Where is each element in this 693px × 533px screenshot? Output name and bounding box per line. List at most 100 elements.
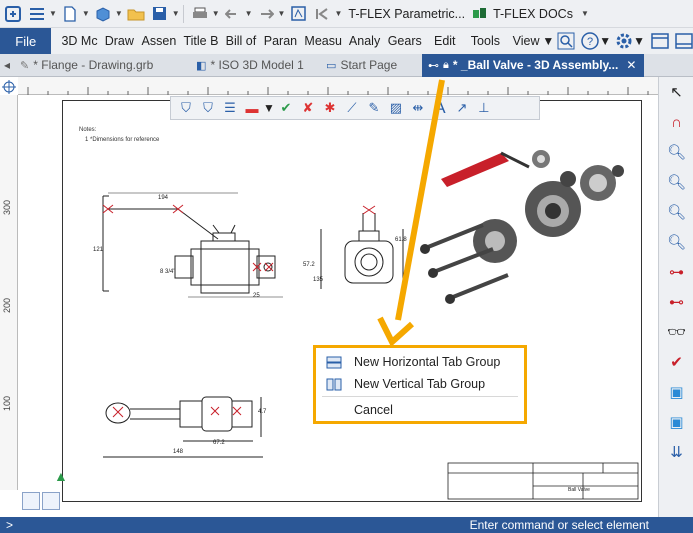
menu-item-3d-model[interactable]: 3D Mc	[51, 34, 99, 48]
filter-list-icon[interactable]: ☰	[219, 98, 241, 118]
menu-item-measure[interactable]: Measu	[299, 34, 344, 48]
menu-item-parameters[interactable]: Paran	[259, 34, 300, 48]
check-icon[interactable]: ✔	[659, 347, 693, 377]
pointer-icon[interactable]: ↖	[659, 77, 693, 107]
chevron-down-icon[interactable]: ▼	[82, 9, 90, 18]
panel-layout-icon[interactable]	[675, 33, 693, 49]
menu-item-title-block[interactable]: Title B	[178, 34, 220, 48]
3d-box-icon[interactable]: ▣	[659, 377, 693, 407]
tab-menu-icon[interactable]: ◂	[0, 58, 14, 72]
pin-icon[interactable]: ✎	[20, 59, 29, 72]
new-3d-model-icon[interactable]	[92, 3, 114, 25]
line-icon[interactable]: ⟋	[341, 98, 363, 118]
ruler-label-100: 100	[2, 395, 12, 411]
snap-node-icon[interactable]: ✱	[319, 98, 341, 118]
menu-item-draw[interactable]: Draw	[100, 34, 137, 48]
glasses-icon[interactable]: 👓︎	[659, 317, 693, 347]
drawing-sheet[interactable]: Notes: 1 *Dimensions for reference 194 1…	[62, 100, 642, 502]
text-icon[interactable]: A	[429, 98, 451, 118]
select-all-icon[interactable]: ✔	[275, 98, 297, 118]
menu-item-gears[interactable]: Gears	[383, 34, 424, 48]
tab-iso-3d-model[interactable]: ◧ * ISO 3D Model 1	[190, 54, 320, 77]
chevron-down-icon[interactable]: ▼	[278, 9, 286, 18]
tab-label: * ISO 3D Model 1	[210, 58, 304, 72]
menu-item-analysis[interactable]: Analy	[344, 34, 383, 48]
chevron-down-icon[interactable]: ▼	[334, 9, 342, 18]
file-menu-button[interactable]: File	[0, 28, 52, 54]
menu-item-label: New Horizontal Tab Group	[354, 355, 501, 369]
new-horizontal-tab-group-item[interactable]: New Horizontal Tab Group	[324, 352, 500, 372]
print-icon[interactable]	[189, 3, 211, 25]
chevron-down-icon[interactable]: ▼	[245, 9, 253, 18]
hatch-icon[interactable]: ▨	[385, 98, 407, 118]
undo-icon[interactable]	[222, 3, 244, 25]
drawing-views: 194 121 8 3/4" 25 61.8 57.2 135 67.2 148…	[93, 150, 639, 500]
chevron-down-icon[interactable]: ▼	[263, 101, 275, 115]
docs-button[interactable]: T-FLEX DOCs	[493, 7, 573, 21]
window-layout-icon[interactable]	[651, 33, 669, 49]
zoom-extents-icon[interactable]: 🔍︎	[659, 197, 693, 227]
new-document-icon[interactable]	[59, 3, 81, 25]
tab-flange-drawing[interactable]: ✎ * Flange - Drawing.grb	[14, 54, 190, 77]
settings-gear-icon[interactable]	[615, 32, 633, 50]
help-icon[interactable]: ?	[581, 32, 599, 50]
close-tab-icon[interactable]: ✕	[626, 58, 636, 72]
menu-item-bill-of-materials[interactable]: Bill of	[221, 34, 259, 48]
axis-origin-icon: ▲	[54, 468, 68, 484]
regenerate-icon[interactable]	[287, 3, 309, 25]
app-title: T-FLEX Parametric...	[348, 6, 466, 21]
dim-57-2: 57.2	[303, 262, 315, 268]
chevron-down-icon[interactable]: ▼	[115, 9, 123, 18]
menu-item-assembly[interactable]: Assen	[137, 34, 179, 48]
chevron-down-icon[interactable]: ▼	[212, 9, 220, 18]
tolerance-icon[interactable]: ⊥	[473, 98, 495, 118]
deselect-all-icon[interactable]: ✘	[297, 98, 319, 118]
cancel-item[interactable]: Cancel	[324, 400, 393, 420]
3d-box-check-icon[interactable]: ▣	[659, 407, 693, 437]
tab-start-page[interactable]: ▭ Start Page	[320, 54, 422, 77]
menu-item-edit[interactable]: Edit	[424, 34, 459, 48]
title-block-name: Ball Valve	[568, 487, 590, 493]
empty-icon-slot	[324, 403, 344, 417]
command-prompt[interactable]: >	[6, 518, 13, 532]
construction-line-icon[interactable]: ⊶	[659, 257, 693, 287]
quick-access-toolbar: ▼ ▼ ▼ ▼ ▼ ▼ ▼ ▼ T-FLEX Parametric... T-F…	[0, 0, 693, 28]
zoom-icon[interactable]: 🔍︎	[659, 137, 693, 167]
construction-node-icon[interactable]: ⊷	[659, 287, 693, 317]
pin-icon[interactable]: ⊷	[428, 59, 439, 72]
sheet-view-button[interactable]	[42, 492, 60, 510]
zoom-window-icon[interactable]: 🔍︎	[659, 167, 693, 197]
main-menu-icon[interactable]	[26, 3, 48, 25]
selection-color-icon[interactable]: ▬	[241, 98, 263, 118]
move-down-icon[interactable]: ⇊	[659, 437, 693, 467]
menu-item-view[interactable]: View	[503, 34, 543, 48]
chevron-down-icon[interactable]: ▼	[599, 34, 611, 48]
filter-settings-icon[interactable]: ⛉	[197, 98, 219, 118]
dim-194: 194	[158, 195, 169, 201]
app-logo-icon[interactable]	[2, 3, 24, 25]
magnet-snap-icon[interactable]: ∩	[659, 107, 693, 137]
tab-ball-valve-assembly[interactable]: ⊷ 🔒︎ * _Ball Valve - 3D Assembly... ✕	[422, 53, 645, 77]
open-folder-icon[interactable]	[125, 3, 147, 25]
menu-dropdown-icon[interactable]: ▼	[542, 34, 554, 48]
filter-icon[interactable]: ⛉	[175, 98, 197, 118]
dim-121: 121	[93, 247, 104, 253]
corner-crosshair-icon[interactable]	[2, 80, 16, 94]
chevron-down-icon[interactable]: ▼	[49, 9, 57, 18]
zoom-previous-icon[interactable]: 🔍︎	[659, 227, 693, 257]
dimension-icon[interactable]: ⇹	[407, 98, 429, 118]
dim-67-2: 67.2	[213, 440, 225, 446]
new-vertical-tab-group-item[interactable]: New Vertical Tab Group	[324, 374, 485, 394]
menu-item-tools[interactable]: Tools	[459, 34, 503, 48]
command-search-icon[interactable]	[557, 32, 575, 50]
save-icon[interactable]	[149, 3, 171, 25]
redo-icon[interactable]	[255, 3, 277, 25]
layout-view-button[interactable]	[22, 492, 40, 510]
sketch-icon[interactable]: ✎	[363, 98, 385, 118]
chevron-down-icon[interactable]: ▼	[633, 34, 645, 48]
skip-back-icon[interactable]	[311, 3, 333, 25]
chevron-down-icon[interactable]: ▼	[581, 9, 589, 18]
chevron-down-icon[interactable]: ▼	[172, 9, 180, 18]
menu-separator	[322, 396, 518, 397]
leader-icon[interactable]: ↗	[451, 98, 473, 118]
